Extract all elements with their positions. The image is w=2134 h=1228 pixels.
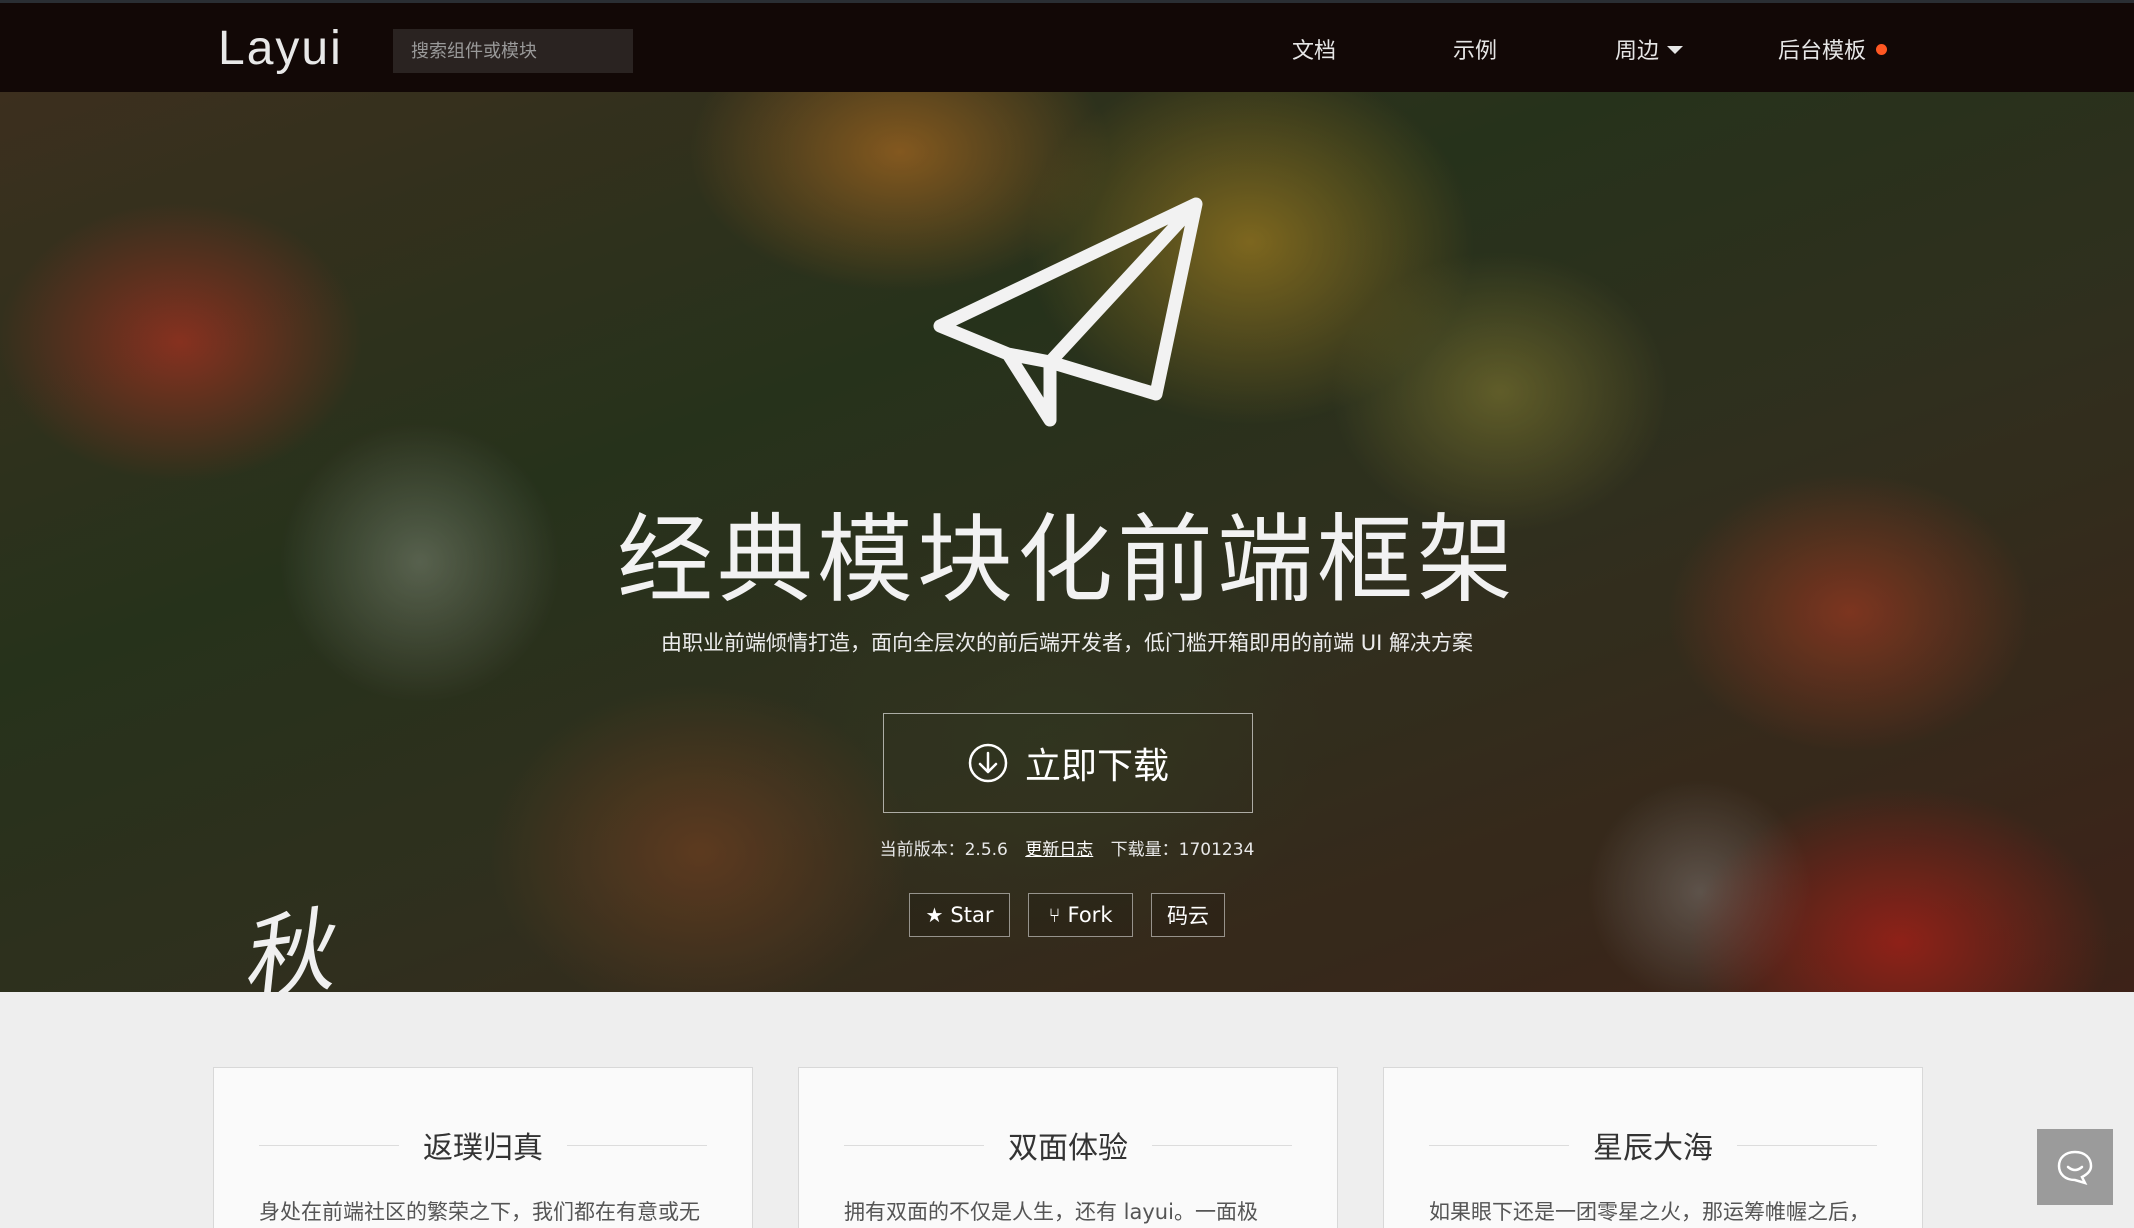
nav-examples-label: 示例 [1453,39,1498,64]
hero-banner: 经典模块化前端框架 由职业前端倾情打造，面向全层次的前后端开发者，低门槛开箱即用… [0,92,2134,992]
divider [259,1144,399,1146]
divider [1737,1144,1877,1146]
logo[interactable]: Layui [218,21,343,76]
chat-bubble-icon [2057,1150,2093,1186]
downloads-text: 下载量：1701234 [1111,840,1255,860]
divider [1429,1144,1569,1146]
card-title-row: 双面体验 [844,1128,1292,1166]
gitee-button[interactable]: 码云 [1151,893,1225,937]
downloads-prefix: 下载量： [1110,840,1179,860]
paper-plane-icon [933,197,1203,427]
nav-around-label: 周边 [1615,39,1660,64]
fork-icon: ⑂ [1048,903,1061,927]
version-number: 2.5.6 [964,840,1008,860]
hero-title: 经典模块化前端框架 [617,504,1517,616]
download-label: 立即下载 [1024,746,1169,787]
card-title-row: 返璞归真 [259,1128,707,1166]
notification-dot [1876,43,1888,55]
gitee-label: 码云 [1167,904,1209,928]
search-input[interactable] [393,29,633,73]
card-title-row: 星辰大海 [1429,1128,1877,1166]
downloads-count: 1701234 [1178,840,1255,860]
nav-examples[interactable]: 示例 [1453,3,1497,95]
version-prefix: 当前版本： [879,840,965,860]
feature-card: 星辰大海 如果眼下还是一团零星之火，那运筹帷幄之后， [1383,1067,1923,1228]
download-button[interactable]: 立即下载 [883,713,1253,813]
feature-card: 双面体验 拥有双面的不仅是人生，还有 layui。一面极 [798,1067,1338,1228]
version-text: 当前版本：2.5.6 [880,840,1008,860]
hero-subtitle: 由职业前端倾情打造，面向全层次的前后端开发者，低门槛开箱即用的前端 UI 解决方… [661,631,1473,655]
divider [567,1144,707,1146]
github-star-button[interactable]: ★ Star [909,893,1010,937]
star-icon: ★ [925,903,944,927]
feature-card: 返璞归真 身处在前端社区的繁荣之下，我们都在有意或无 [213,1067,753,1228]
card-text: 身处在前端社区的繁荣之下，我们都在有意或无 [259,1200,700,1224]
star-label: Star [950,903,994,927]
changelog-link[interactable]: 更新日志 [1025,840,1093,860]
card-title: 星辰大海 [1593,1131,1713,1166]
version-info: 当前版本：2.5.6 更新日志 下载量：1701234 [0,835,2134,860]
divider [844,1144,984,1146]
nav-around[interactable]: 周边 [1615,3,1684,95]
nav-admin-templates[interactable]: 后台模板 [1778,3,1888,95]
card-title: 双面体验 [1008,1131,1128,1166]
github-fork-button[interactable]: ⑂ Fork [1028,893,1133,937]
nav-docs-label: 文档 [1292,39,1337,64]
caret-down-icon [1667,46,1684,54]
chat-widget-button[interactable] [2037,1129,2113,1205]
nav-admin-label: 后台模板 [1778,39,1867,64]
card-text: 拥有双面的不仅是人生，还有 layui。一面极 [844,1200,1258,1224]
card-title: 返璞归真 [423,1131,543,1166]
fork-label: Fork [1067,903,1113,927]
top-header: Layui 文档 示例 周边 后台模板 [0,0,2134,92]
divider [1152,1144,1292,1146]
card-text: 如果眼下还是一团零星之火，那运筹帷幄之后， [1429,1200,1870,1224]
autumn-calligraphy: 秋 [232,897,339,992]
nav-docs[interactable]: 文档 [1292,3,1336,95]
download-icon [968,743,1008,783]
